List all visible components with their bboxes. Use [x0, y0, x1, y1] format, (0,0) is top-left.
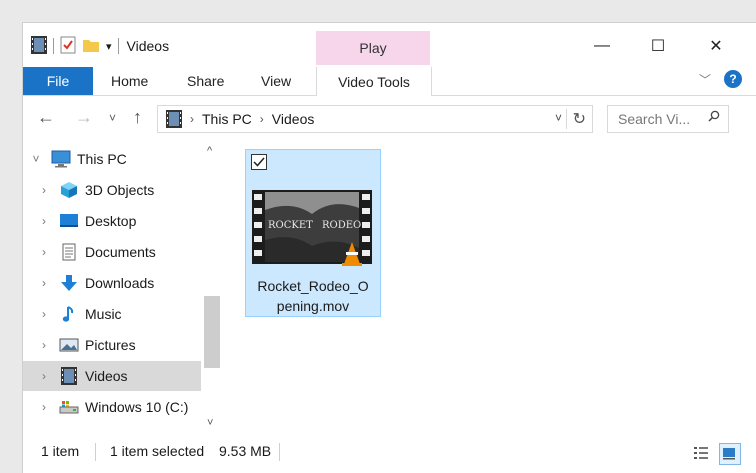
file-name[interactable]: Rocket_Rodeo_O pening.mov [246, 276, 380, 316]
film-icon [59, 367, 79, 385]
selection-size: 9.53 MB [219, 443, 272, 459]
file-item[interactable]: ROCKET RODEO Rocket_Rodeo_O pening.mov [245, 149, 381, 317]
sidebar-item-pictures[interactable]: › Pictures [23, 330, 201, 360]
sidebar-item-videos[interactable]: › Videos [23, 361, 201, 391]
chevron-right-icon[interactable]: › [37, 307, 51, 321]
chevron-right-icon[interactable]: › [37, 338, 51, 352]
address-bar[interactable]: › This PC › Videos ˅ ↻ [157, 105, 593, 133]
refresh-icon[interactable]: ↻ [565, 109, 586, 129]
search-input[interactable]: Search Vi... [607, 105, 729, 133]
status-divider [95, 443, 96, 461]
file-name-line-1: Rocket_Rodeo_O [257, 278, 369, 294]
sidebar-item-desktop[interactable]: › Desktop [23, 206, 201, 236]
film-icon [166, 110, 182, 128]
sidebar-item-downloads[interactable]: › Downloads [23, 268, 201, 298]
pictures-icon [59, 336, 79, 354]
cube-3d-icon [59, 181, 79, 199]
customize-qat-icon[interactable]: ▾ [106, 40, 112, 53]
file-name-line-2: pening.mov [276, 298, 350, 314]
music-note-icon [59, 305, 79, 323]
chevron-right-icon[interactable]: › [37, 369, 51, 383]
chevron-right-icon[interactable]: › [37, 214, 51, 228]
thumbnail-text-rodeo: RODEO [322, 220, 362, 231]
search-placeholder: Search Vi... [618, 111, 691, 127]
video-thumbnail: ROCKET RODEO [252, 190, 372, 268]
properties-check-icon[interactable] [60, 36, 76, 57]
scrollbar-thumb[interactable] [204, 296, 220, 368]
file-list: ROCKET RODEO Rocket_Rodeo_O pening.mov [223, 141, 756, 431]
sidebar-item-this-pc[interactable]: ˅ This PC [23, 144, 201, 174]
search-icon[interactable] [708, 110, 720, 122]
sidebar-item-label: Documents [85, 244, 156, 260]
breadcrumb-this-pc[interactable]: This PC [202, 111, 252, 127]
sidebar-item-label: Windows 10 (C:) [85, 399, 189, 415]
sidebar-scrollbar[interactable]: ^ ˅ [201, 141, 223, 431]
chevron-right-icon[interactable]: › [37, 276, 51, 290]
back-arrow-icon[interactable]: ← [37, 107, 55, 128]
title-bar: ▾ Videos Play — ☐ ✕ [23, 23, 756, 65]
item-count: 1 item [41, 443, 80, 459]
breadcrumb-chevron-icon[interactable]: › [190, 112, 194, 126]
computer-icon [51, 150, 71, 168]
status-bar: 1 item 1 item selected 9.53 MB [23, 431, 756, 473]
tab-home[interactable]: Home [111, 67, 148, 95]
navigation-pane: ˅ This PC › 3D Objects › Desktop › Docum… [23, 141, 201, 431]
ribbon-tabs: File Home Share View Video Tools ﹀ ? [23, 65, 756, 96]
minimize-button[interactable]: — [579, 33, 625, 59]
tab-file[interactable]: File [23, 67, 93, 95]
item-checkbox[interactable] [251, 154, 267, 170]
sidebar-item-music[interactable]: › Music [23, 299, 201, 329]
scroll-down-arrow-icon[interactable]: ˅ [207, 417, 213, 429]
download-arrow-icon [59, 274, 79, 292]
selection-count: 1 item selected [110, 443, 205, 459]
status-divider [279, 443, 280, 461]
sidebar-item-label: 3D Objects [85, 182, 155, 198]
sidebar-item-documents[interactable]: › Documents [23, 237, 201, 267]
breadcrumb-videos[interactable]: Videos [272, 111, 315, 127]
chevron-down-icon[interactable]: ˅ [29, 152, 43, 166]
document-icon [59, 243, 79, 261]
sidebar-item-3d-objects[interactable]: › 3D Objects [23, 175, 201, 205]
breadcrumb-chevron-icon[interactable]: › [260, 112, 264, 126]
close-button[interactable]: ✕ [693, 33, 739, 59]
sidebar-item-label: Downloads [85, 275, 155, 291]
maximize-button[interactable]: ☐ [635, 33, 681, 59]
window-title: Videos [126, 38, 170, 54]
sidebar-item-label: Videos [85, 368, 128, 384]
thumbnail-text-rocket: ROCKET [268, 220, 313, 231]
film-icon[interactable] [31, 35, 47, 57]
quick-access-toolbar: ▾ Videos [31, 35, 169, 57]
sidebar-item-label: This PC [77, 151, 127, 167]
tab-view[interactable]: View [261, 67, 291, 95]
recent-locations-chevron-icon[interactable]: ˅ [109, 111, 116, 125]
chevron-right-icon[interactable]: › [37, 183, 51, 197]
qat-separator [53, 38, 54, 54]
contextual-tab-play: Play [316, 31, 430, 65]
navigation-bar: ← → ˅ ↑ › This PC › Videos ˅ ↻ Search Vi… [23, 95, 756, 141]
tab-video-tools[interactable]: Video Tools [316, 67, 432, 96]
drive-icon [59, 398, 79, 416]
desktop-icon [59, 212, 79, 230]
forward-arrow-icon[interactable]: → [75, 107, 93, 128]
tab-share[interactable]: Share [187, 67, 224, 95]
chevron-down-icon[interactable]: ﹀ [699, 71, 711, 88]
up-arrow-icon[interactable]: ↑ [133, 107, 142, 128]
new-folder-icon[interactable] [82, 37, 100, 56]
sidebar-item-windows-drive[interactable]: › Windows 10 (C:) [23, 392, 201, 422]
chevron-right-icon[interactable]: › [37, 245, 51, 259]
scroll-up-arrow-icon[interactable]: ^ [207, 145, 212, 157]
address-dropdown-icon[interactable]: ˅ [555, 111, 562, 125]
help-icon[interactable]: ? [724, 70, 742, 88]
qat-separator [117, 38, 119, 54]
sidebar-item-label: Music [85, 306, 122, 322]
file-explorer-window: ▾ Videos Play — ☐ ✕ File Home Share View… [22, 22, 756, 473]
large-icons-view-icon[interactable] [719, 443, 741, 465]
details-view-icon[interactable] [691, 443, 711, 463]
sidebar-item-label: Pictures [85, 337, 136, 353]
chevron-right-icon[interactable]: › [37, 400, 51, 414]
sidebar-item-label: Desktop [85, 213, 137, 229]
